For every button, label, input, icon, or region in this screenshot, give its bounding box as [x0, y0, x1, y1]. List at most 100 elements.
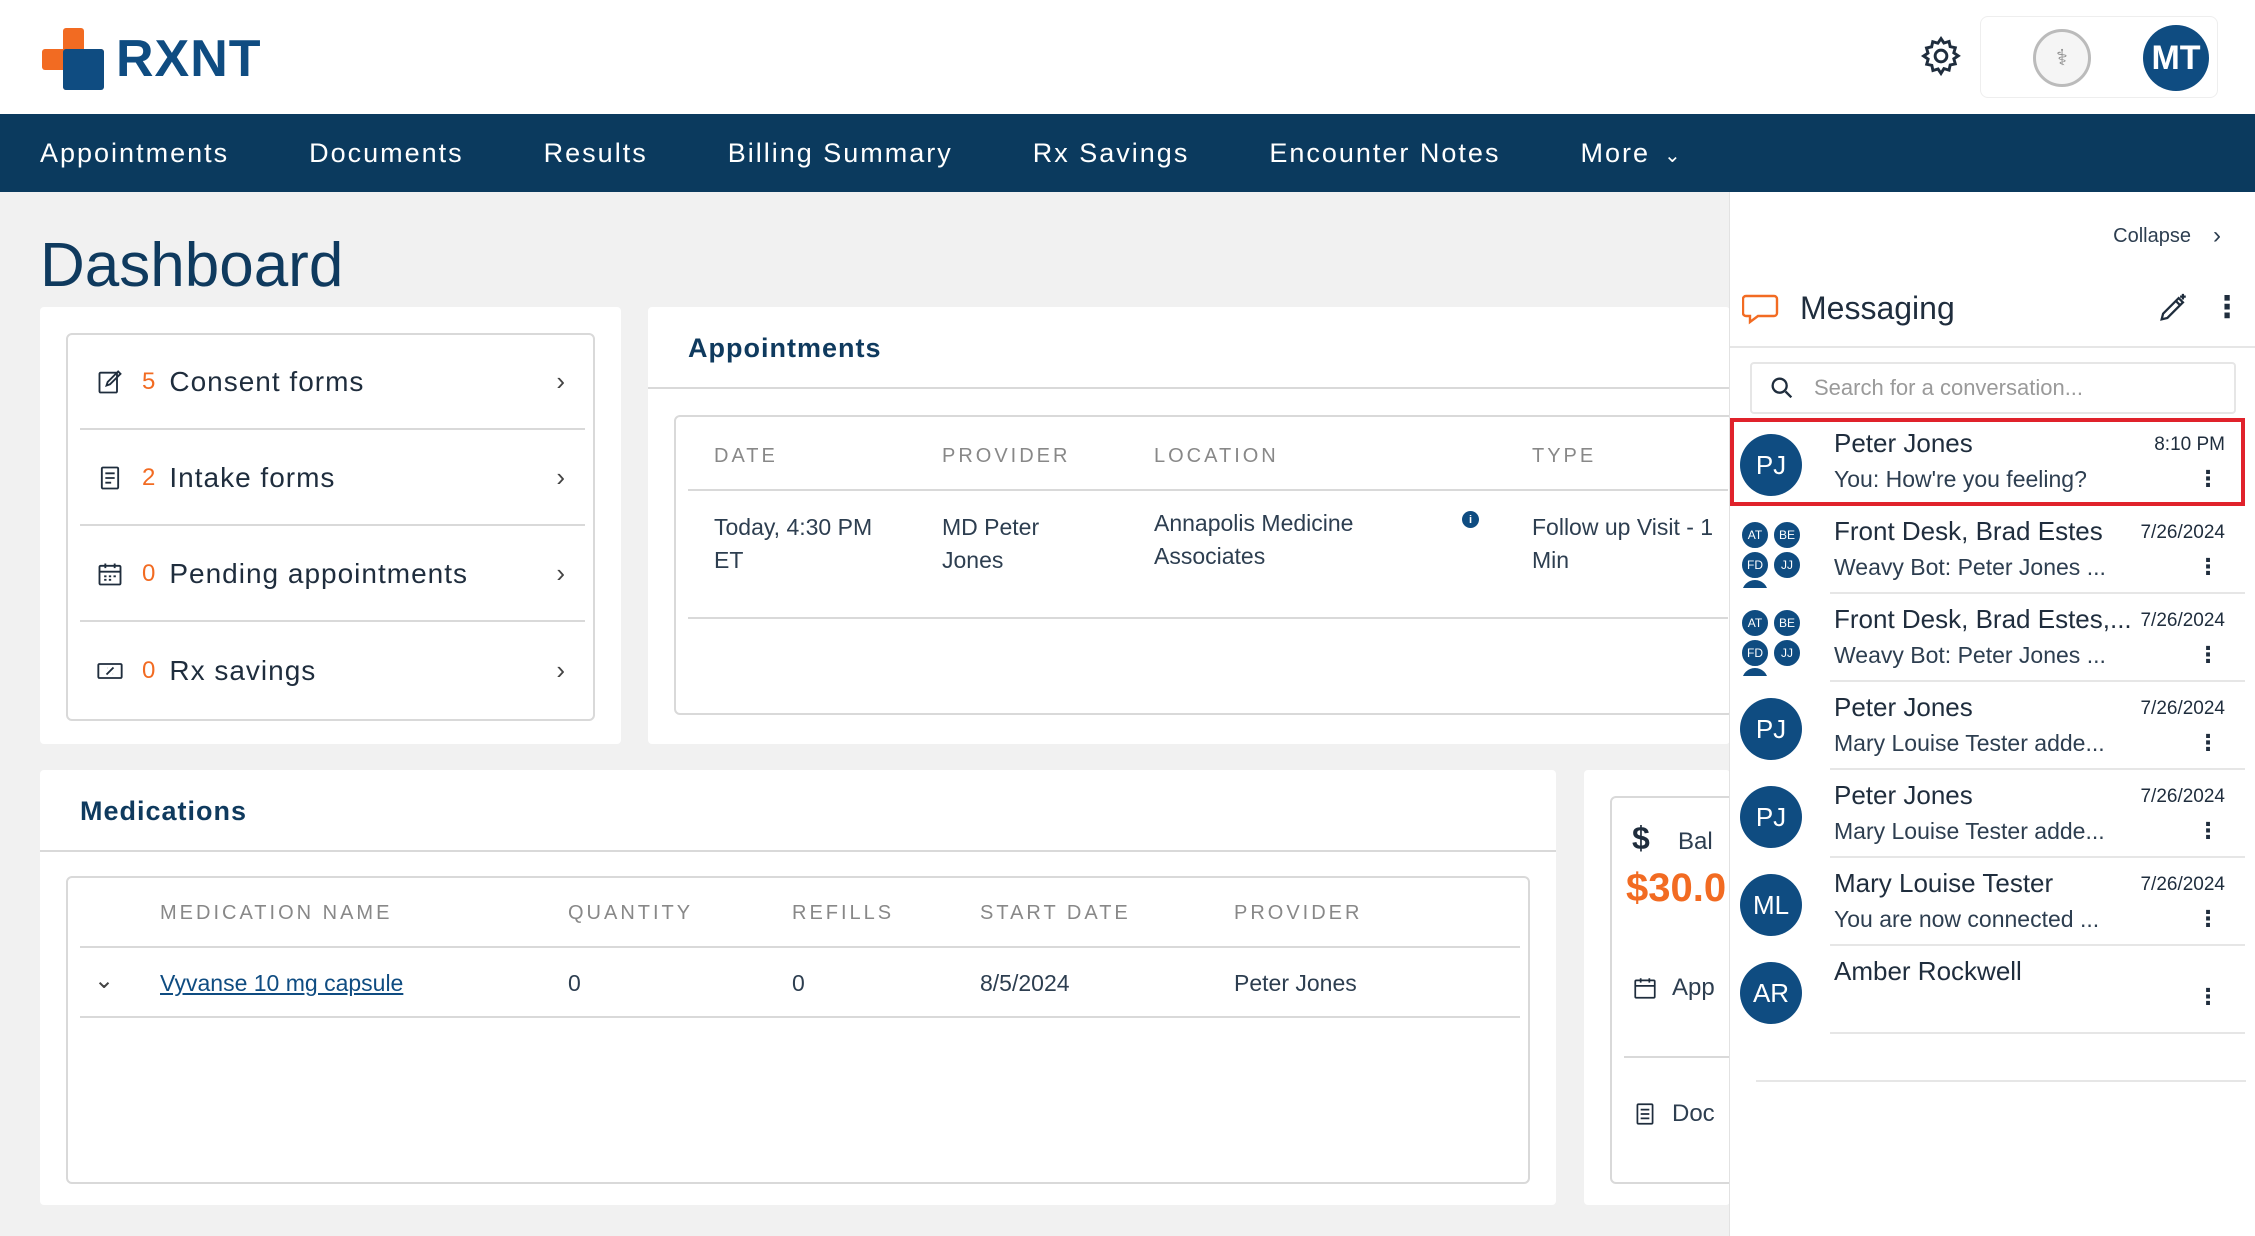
- conversation-item[interactable]: AT BE FD JJ LL Front Desk, Brad Estes,..…: [1730, 594, 2245, 682]
- conversation-name: Mary Louise Tester: [1834, 868, 2054, 898]
- appointments-card: Appointments DATE PROVIDER LOCATION TYPE…: [648, 307, 1734, 744]
- intake-forms-row[interactable]: 2 Intake forms ›: [80, 431, 585, 526]
- balance-card: $ Bal $30.0 App Doc: [1584, 770, 1730, 1205]
- search-icon: [1771, 377, 1793, 399]
- avatar: FD: [1740, 550, 1770, 580]
- page-title: Dashboard: [40, 231, 344, 300]
- consent-forms-count: 5: [142, 367, 156, 395]
- avatar: JJ: [1772, 638, 1802, 668]
- medication-link[interactable]: Vyvanse 10 mg capsule: [160, 970, 403, 996]
- nav-encounter-notes[interactable]: Encounter Notes: [1269, 138, 1500, 169]
- nav-documents[interactable]: Documents: [309, 138, 464, 169]
- avatar: LL: [1740, 578, 1770, 588]
- conversation-preview: Weavy Bot: Peter Jones ...: [1834, 642, 2106, 668]
- medications-table: MEDICATION NAME QUANTITY REFILLS START D…: [66, 876, 1530, 1184]
- conversation-preview: You: How're you feeling?: [1834, 466, 2087, 492]
- conversation-item[interactable]: ML Mary Louise Tester 7/26/2024 You are …: [1730, 858, 2245, 946]
- conversation-time: 7/26/2024: [2140, 698, 2225, 719]
- search-input[interactable]: [1814, 375, 2214, 401]
- logo-text: RXNT: [116, 30, 262, 88]
- column-header-quantity: QUANTITY: [568, 902, 694, 924]
- column-header-provider: PROVIDER: [942, 445, 1071, 467]
- conversation-menu-icon[interactable]: ⋮: [2197, 554, 2219, 580]
- conversation-menu-icon[interactable]: ⋮: [2197, 466, 2219, 492]
- conversation-item[interactable]: AR Amber Rockwell ⋮: [1730, 946, 2245, 1034]
- practice-seal-icon: ⚕: [2033, 29, 2091, 87]
- top-header: RXNT ⚕ MT: [0, 0, 2255, 114]
- rx-savings-row[interactable]: 0 Rx savings ›: [80, 623, 585, 718]
- pending-appointments-row[interactable]: 0 Pending appointments ›: [80, 527, 585, 622]
- avatar: BE: [1772, 520, 1802, 550]
- conversation-item[interactable]: PJ Peter Jones 7/26/2024 Mary Louise Tes…: [1730, 770, 2245, 858]
- consent-forms-row[interactable]: 5 Consent forms ›: [80, 335, 585, 430]
- medication-start-date: 8/5/2024: [980, 970, 1070, 996]
- nav-billing-summary[interactable]: Billing Summary: [728, 138, 953, 169]
- conversation-menu-icon[interactable]: ⋮: [2197, 642, 2219, 668]
- logo-cross-icon: [42, 28, 104, 90]
- profile-menu[interactable]: ⚕ MT: [1980, 16, 2218, 98]
- conversation-item[interactable]: PJ Peter Jones 8:10 PM You: How're you f…: [1730, 418, 2245, 506]
- dollar-icon: $: [1632, 820, 1650, 856]
- medications-title: Medications: [80, 796, 248, 826]
- chevron-down-icon: ⌄: [1663, 144, 1683, 167]
- avatar: PJ: [1740, 434, 1802, 496]
- consent-forms-label: Consent forms: [169, 365, 365, 397]
- compose-icon[interactable]: [2156, 291, 2190, 325]
- calendar-icon: [98, 563, 122, 585]
- divider: [1756, 1080, 2246, 1082]
- avatar: ML: [1740, 874, 1802, 936]
- column-header-type: TYPE: [1532, 445, 1597, 467]
- document-icon: [1636, 1103, 1654, 1125]
- divider: [1730, 346, 2255, 348]
- chevron-down-icon[interactable]: ⌄: [94, 966, 114, 995]
- nav-more[interactable]: More ⌄: [1580, 138, 1682, 169]
- conversation-item[interactable]: PJ Peter Jones 7/26/2024 Mary Louise Tes…: [1730, 682, 2245, 770]
- avatar: BE: [1772, 608, 1802, 638]
- medication-refills: 0: [792, 970, 805, 996]
- balance-appointments-link[interactable]: App: [1632, 974, 1715, 1002]
- conversation-name: Peter Jones: [1834, 692, 1973, 722]
- gear-icon[interactable]: [1919, 34, 1963, 78]
- nav-results[interactable]: Results: [544, 138, 648, 169]
- balance-documents-link[interactable]: Doc: [1632, 1100, 1715, 1128]
- main-nav: Appointments Documents Results Billing S…: [0, 114, 2255, 192]
- balance-inner: $ Bal $30.0 App Doc: [1610, 796, 1730, 1184]
- balance-row-label: Doc: [1672, 1100, 1715, 1127]
- more-options-icon[interactable]: ⋮: [2212, 293, 2242, 323]
- forms-list: 5 Consent forms › 2 Intake forms › 0 Pen…: [66, 333, 595, 721]
- avatar: PJ: [1740, 698, 1802, 760]
- conversation-item[interactable]: AT BE FD JJ LL Front Desk, Brad Estes 7/…: [1730, 506, 2245, 594]
- nav-appointments[interactable]: Appointments: [40, 138, 229, 169]
- divider: [1624, 1056, 1730, 1058]
- info-icon[interactable]: i: [1462, 511, 1479, 528]
- user-avatar[interactable]: MT: [2143, 25, 2209, 91]
- messaging-header: Messaging ⋮: [1742, 280, 2242, 336]
- conversation-name: Front Desk, Brad Estes,...: [1834, 604, 2132, 634]
- column-header-date: DATE: [714, 445, 778, 467]
- conversation-menu-icon[interactable]: ⋮: [2197, 984, 2219, 1010]
- conversation-preview: Mary Louise Tester adde...: [1834, 730, 2105, 756]
- conversation-name: Peter Jones: [1834, 780, 1973, 810]
- balance-amount: $30.0: [1626, 866, 1727, 910]
- rxnt-logo[interactable]: RXNT: [42, 28, 262, 90]
- pending-appointments-count: 0: [142, 559, 156, 587]
- form-icon: [100, 466, 120, 489]
- conversation-time: 7/26/2024: [2140, 874, 2225, 895]
- conversation-menu-icon[interactable]: ⋮: [2197, 730, 2219, 756]
- medication-quantity: 0: [568, 970, 581, 996]
- divider: [688, 617, 1728, 619]
- messaging-panel: Collapse › Messaging ⋮ PJ Peter Jones 8:…: [1729, 192, 2255, 1236]
- medication-name-cell: Vyvanse 10 mg capsule: [160, 970, 403, 997]
- nav-rx-savings[interactable]: Rx Savings: [1033, 138, 1190, 169]
- medication-provider: Peter Jones: [1234, 970, 1357, 996]
- collapse-button[interactable]: Collapse ›: [2113, 222, 2221, 250]
- conversation-menu-icon[interactable]: ⋮: [2197, 818, 2219, 844]
- group-avatar: AT BE FD JJ LL: [1738, 518, 1808, 588]
- avatar: FD: [1740, 638, 1770, 668]
- conversation-menu-icon[interactable]: ⋮: [2197, 906, 2219, 932]
- divider: [1830, 1032, 2245, 1034]
- conversation-preview: Mary Louise Tester adde...: [1834, 818, 2105, 844]
- intake-forms-label: Intake forms: [169, 461, 336, 493]
- discount-ticket-icon: [97, 662, 123, 679]
- chevron-right-icon: ›: [556, 655, 565, 685]
